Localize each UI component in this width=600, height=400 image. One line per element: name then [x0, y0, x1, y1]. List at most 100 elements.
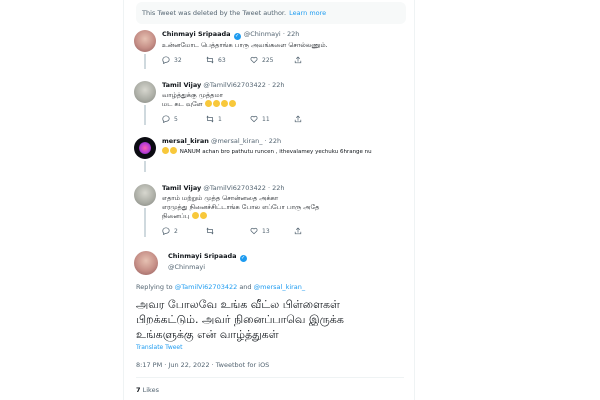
reply-button[interactable]: 2: [162, 227, 206, 235]
tweet-text-line: நினைப்பு: [162, 212, 406, 221]
reply-icon: [162, 227, 170, 235]
share-button[interactable]: [294, 115, 306, 123]
author-name[interactable]: mersal_kiran: [162, 137, 209, 145]
reply-icon: [162, 115, 170, 123]
author-handle[interactable]: @mersal_kiran_: [211, 137, 263, 145]
tweet-text-line: மட கட வுளே: [162, 100, 406, 109]
reply-icon: [162, 56, 170, 64]
tweet-text-line: உங்களுக்கு என் வாழ்த்துகள்: [136, 328, 279, 341]
tweet-source: Tweetbot for iOS: [215, 361, 270, 369]
tweet-header: Chinmayi Sripaada ✓ @Chinmayi: [168, 251, 404, 273]
tweet-text: வாழ்த்துக்கு முத்தமா மட கட வுளே: [162, 91, 406, 109]
reply-tweet[interactable]: Chinmayi Sripaada ✓ @Chinmayi · 22h உன்ன…: [124, 24, 414, 69]
tweet-timestamp[interactable]: 8:17 PM: [136, 361, 162, 369]
like-count: 13: [262, 227, 270, 235]
retweet-icon: [206, 227, 214, 235]
tweet-header: Tamil Vijay @TamilVi62703422 · 22h: [162, 184, 285, 192]
verified-badge-icon: ✓: [233, 33, 241, 40]
translate-tweet-link[interactable]: Translate Tweet: [136, 344, 404, 351]
author-handle[interactable]: @Chinmayi: [244, 30, 281, 38]
reply-tweet[interactable]: Tamil Vijay @TamilVi62703422 · 22h எதாம்…: [124, 178, 414, 237]
thread-line: [144, 54, 146, 69]
share-button[interactable]: [294, 227, 306, 235]
emoji-icon: [170, 147, 177, 154]
tweet-date[interactable]: Jun 22, 2022: [168, 361, 209, 369]
retweet-button[interactable]: 1: [206, 115, 250, 123]
emoji-icon: [162, 147, 169, 154]
author-handle[interactable]: @TamilVi62703422: [203, 184, 266, 192]
like-button[interactable]: 225: [250, 56, 294, 64]
like-count: 11: [262, 115, 270, 123]
tweet-text-line: அவர போலவே உங்க வீட்ல பிள்ளைகள்: [136, 298, 340, 311]
tweet-text-line: எரமுத்து நினைச்சிட்டாங்க போல எப்போ பாரு …: [162, 203, 320, 211]
tweet-time[interactable]: 22h: [269, 137, 281, 145]
tweet-text-line: பிறக்கட்டும். அவர் நினைப்பாவெ இருக்க: [136, 313, 344, 326]
tweet-actions: 5 1 11: [162, 113, 406, 125]
retweet-button[interactable]: [206, 227, 250, 235]
share-icon: [294, 227, 302, 235]
reply-count: 2: [174, 227, 178, 235]
author-name[interactable]: Chinmayi Sripaada: [168, 252, 237, 260]
retweet-icon: [206, 115, 214, 123]
emoji-icon: [199, 212, 207, 219]
tweet-header: Chinmayi Sripaada ✓ @Chinmayi · 22h: [162, 30, 300, 40]
tweet-text-line: வாழ்த்துக்கு முத்தமா: [162, 91, 223, 99]
thread-line: [144, 208, 146, 237]
avatar[interactable]: [134, 30, 156, 52]
tweet-text-span: மட கட வுளே: [162, 100, 203, 108]
tweet-text: உன்னமோட பெத்தாங்க பாரு அவங்களை சொல்லணும்…: [162, 41, 328, 49]
tweet-header: mersal_kiran @mersal_kiran_ · 22h: [162, 137, 282, 145]
tweet-time[interactable]: 22h: [287, 30, 299, 38]
replying-prefix: Replying to: [136, 283, 173, 291]
retweet-count: 1: [218, 115, 222, 123]
share-button[interactable]: [294, 56, 306, 64]
avatar[interactable]: [134, 184, 156, 206]
thread-line: [144, 105, 146, 125]
avatar[interactable]: [134, 137, 156, 159]
tweet-text: NANUM achan bro pathutu runcen , itheval…: [162, 147, 406, 157]
focused-tweet: Chinmayi Sripaada ✓ @Chinmayi Replying t…: [124, 245, 414, 394]
like-button[interactable]: 13: [250, 227, 294, 235]
emoji-icon: [228, 100, 236, 107]
author-name[interactable]: Chinmayi Sripaada: [162, 30, 231, 38]
reply-count: 32: [174, 56, 182, 64]
avatar[interactable]: [134, 251, 158, 275]
like-count: 225: [262, 56, 274, 64]
share-icon: [294, 115, 302, 123]
share-icon: [294, 56, 302, 64]
tweet-text-line: எதாம் மற்றும் முத்த சொன்னதை அக்கா: [162, 194, 279, 202]
emoji-icon: [204, 100, 212, 107]
retweet-button[interactable]: 63: [206, 56, 250, 64]
author-handle[interactable]: @Chinmayi: [168, 262, 404, 273]
emoji-icon: [191, 212, 199, 219]
replying-to: Replying to @TamilVi62703422 and @mersal…: [136, 283, 404, 291]
emoji-icon: [220, 100, 228, 107]
author-name[interactable]: Tamil Vijay: [162, 184, 201, 192]
avatar-disc: [139, 142, 151, 154]
likes-label: Likes: [142, 386, 159, 394]
deleted-tweet-notice: This Tweet was deleted by the Tweet auth…: [136, 2, 406, 24]
author-handle[interactable]: @TamilVi62703422: [203, 81, 266, 89]
reply-button[interactable]: 32: [162, 56, 206, 64]
likes-count: 7: [136, 386, 141, 394]
tweet-meta: 8:17 PM · Jun 22, 2022 · Tweetbot for iO…: [136, 361, 404, 378]
reply-button[interactable]: 5: [162, 115, 206, 123]
learn-more-link[interactable]: Learn more: [289, 9, 326, 17]
retweet-count: 63: [218, 56, 226, 64]
author-name[interactable]: Tamil Vijay: [162, 81, 201, 89]
verified-badge-icon: ✓: [239, 255, 247, 262]
reply-tweet[interactable]: mersal_kiran @mersal_kiran_ · 22h NANUM …: [124, 131, 414, 172]
avatar[interactable]: [134, 81, 156, 103]
heart-icon: [250, 227, 258, 235]
tweet-time[interactable]: 22h: [272, 184, 284, 192]
reply-tweet[interactable]: Tamil Vijay @TamilVi62703422 · 22h வாழ்த…: [124, 75, 414, 125]
replying-user-link[interactable]: @TamilVi62703422: [175, 283, 238, 291]
like-button[interactable]: 11: [250, 115, 294, 123]
tweet-text: எதாம் மற்றும் முத்த சொன்னதை அக்கா எரமுத்…: [162, 194, 406, 221]
replying-and: and: [239, 283, 252, 291]
tweet-time[interactable]: 22h: [272, 81, 284, 89]
reply-count: 5: [174, 115, 178, 123]
deleted-notice-text: This Tweet was deleted by the Tweet auth…: [142, 9, 287, 17]
likes-summary[interactable]: 7 Likes: [136, 386, 404, 394]
replying-user-link[interactable]: @mersal_kiran_: [254, 283, 306, 291]
